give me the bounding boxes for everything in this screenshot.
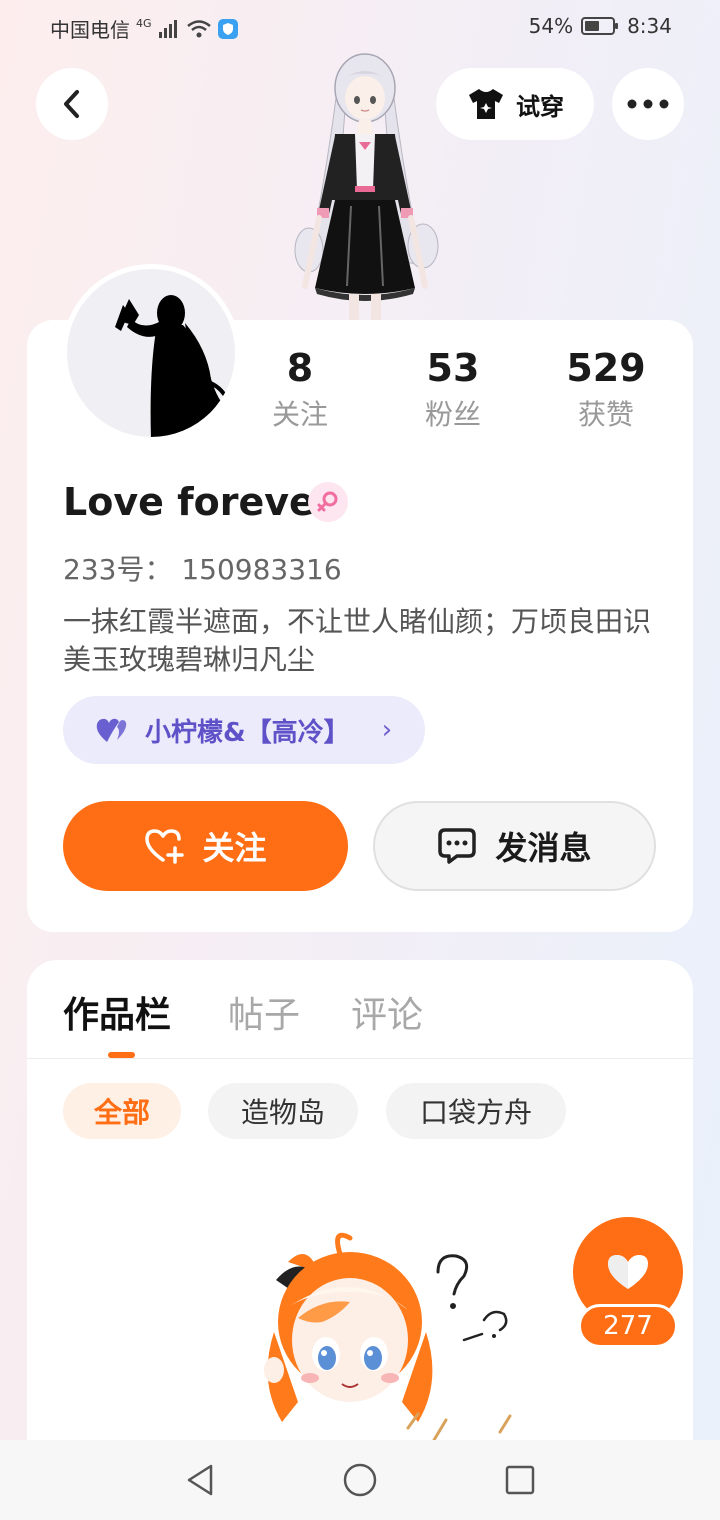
likes-count: 529 — [566, 346, 646, 390]
user-id: 233号： 150983316 — [63, 553, 342, 586]
wifi-icon — [186, 19, 211, 37]
followers-count: 53 — [426, 346, 480, 390]
tab-comments[interactable]: 评论 — [351, 986, 423, 1038]
battery-icon — [581, 17, 619, 35]
likes-label: 获赞 — [577, 398, 634, 431]
shield-app-icon — [217, 18, 238, 39]
hearts-icon — [96, 718, 127, 742]
circle-home-icon — [343, 1463, 377, 1497]
group-label: 小柠檬&【高冷】 — [145, 717, 350, 748]
following-count: 8 — [286, 346, 314, 390]
bio-text: 一抹红霞半遮面，不让世人睹仙颜；万顷良田识美玉玫瑰碧琳归凡尘 — [63, 605, 652, 676]
carrier-label: 中国电信 — [50, 18, 130, 42]
chat-bubble-icon — [438, 828, 477, 864]
profile-name: Love forever — [63, 480, 334, 524]
follow-label: 关注 — [202, 829, 267, 867]
tab-divider — [27, 1058, 693, 1059]
message-button[interactable]: 发消息 — [373, 801, 656, 891]
more-button[interactable] — [612, 68, 684, 140]
chevron-right-icon: › — [381, 715, 393, 745]
try-on-button[interactable]: 试穿 — [436, 68, 594, 140]
work-thumbnail-chibi[interactable] — [238, 1232, 528, 1442]
signal-icon — [158, 19, 177, 38]
network-label: 4G — [136, 17, 152, 30]
system-navigation-bar — [0, 1440, 720, 1520]
try-on-label: 试穿 — [516, 92, 564, 121]
message-label: 发消息 — [495, 829, 592, 867]
heart-plus-icon — [145, 829, 185, 864]
shirt-icon — [469, 89, 503, 119]
female-icon — [308, 482, 348, 522]
back-button[interactable] — [36, 68, 108, 140]
tab-posts[interactable]: 帖子 — [228, 986, 300, 1038]
stat-following[interactable]: 8 关注 — [240, 346, 360, 436]
silhouette-avatar-image — [115, 295, 229, 437]
battery-percent: 54% — [528, 14, 574, 38]
status-bar: 中国电信 4G 54% 8:34 — [0, 0, 720, 56]
tab-works[interactable]: 作品栏 — [63, 986, 171, 1038]
stat-likes[interactable]: 529 获赞 — [546, 346, 666, 436]
chevron-left-icon — [64, 90, 79, 118]
character-outfit-illustration — [294, 53, 439, 320]
filter-all[interactable]: 全部 — [63, 1083, 181, 1139]
like-count-badge: 277 — [578, 1304, 678, 1348]
nav-back-button[interactable] — [178, 1458, 222, 1502]
square-recents-icon — [505, 1465, 535, 1495]
filter-creation-island[interactable]: 造物岛 — [208, 1083, 358, 1139]
group-chip[interactable]: 小柠檬&【高冷】 › — [63, 696, 425, 764]
clock: 8:34 — [627, 14, 672, 38]
heart-icon — [608, 1255, 648, 1289]
triangle-back-icon — [187, 1464, 213, 1496]
more-dots-icon — [627, 99, 669, 109]
follow-button[interactable]: 关注 — [63, 801, 348, 891]
followers-label: 粉丝 — [424, 398, 481, 431]
nav-home-button[interactable] — [338, 1458, 382, 1502]
filter-pocket-ark[interactable]: 口袋方舟 — [386, 1083, 566, 1139]
avatar[interactable] — [62, 264, 240, 442]
following-label: 关注 — [271, 398, 328, 431]
nav-recents-button[interactable] — [498, 1458, 542, 1502]
stat-followers[interactable]: 53 粉丝 — [393, 346, 513, 436]
